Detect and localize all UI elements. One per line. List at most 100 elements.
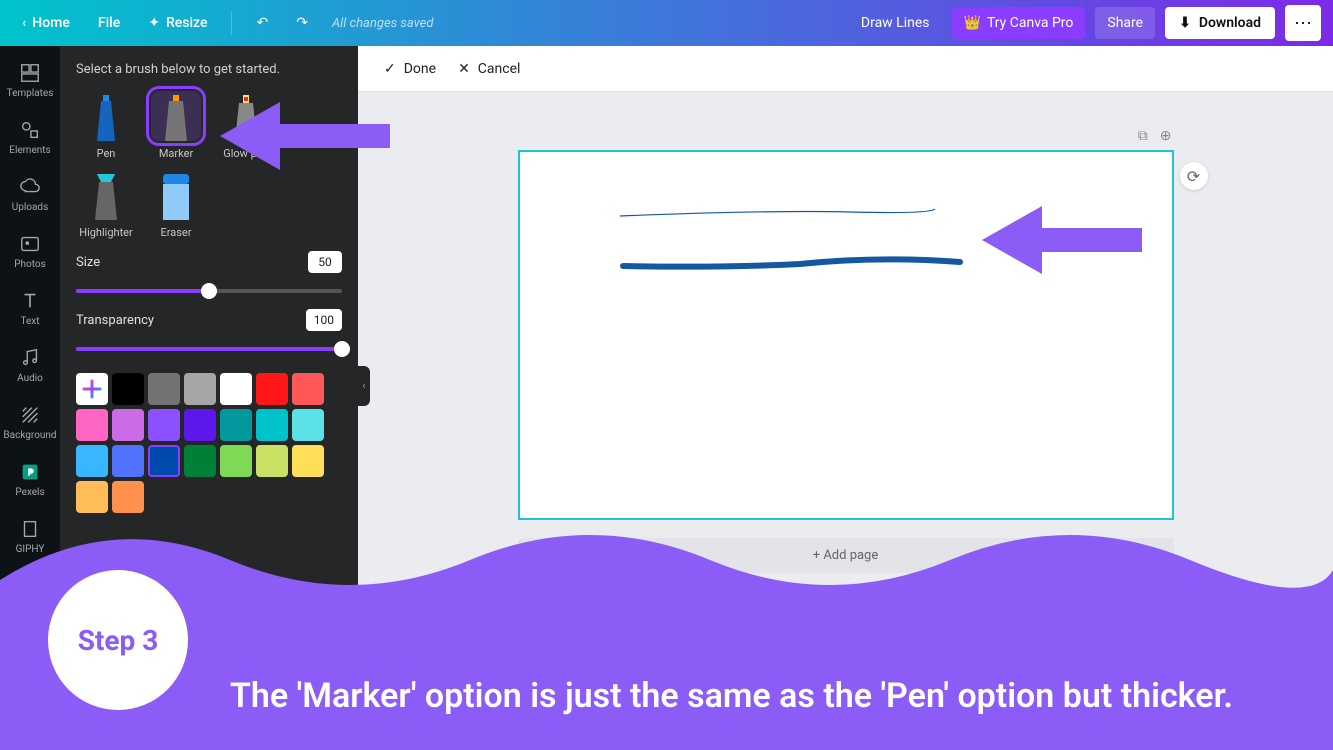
color-yellow[interactable] — [292, 445, 324, 477]
rail-elements[interactable]: Elements — [0, 109, 60, 166]
color-sky[interactable] — [292, 409, 324, 441]
brush-highlighter-label: Highlighter — [79, 226, 133, 239]
brush-glow[interactable]: Glow pen — [216, 91, 276, 160]
pen-icon — [91, 95, 121, 141]
pexels-icon — [19, 461, 41, 483]
cancel-label: Cancel — [478, 61, 521, 77]
redo-button[interactable]: ↷ — [286, 9, 318, 37]
color-chartreuse[interactable] — [256, 445, 288, 477]
download-icon: ⬇ — [1179, 15, 1191, 31]
resize-label: Resize — [166, 15, 208, 31]
color-swatches — [76, 373, 342, 513]
rail-background[interactable]: Background — [0, 394, 60, 451]
color-green[interactable] — [184, 445, 216, 477]
add-page-icon-button[interactable]: ⊕ — [1160, 128, 1172, 144]
rail-text-label: Text — [20, 316, 39, 327]
rail-templates-label: Templates — [7, 88, 54, 99]
close-icon: ✕ — [458, 61, 470, 77]
rail-photos-label: Photos — [14, 259, 46, 270]
home-button[interactable]: ‹ Home — [12, 9, 80, 37]
redo-icon: ↷ — [296, 15, 308, 31]
color-blue[interactable] — [76, 445, 108, 477]
add-page-button[interactable]: + Add page — [518, 538, 1174, 573]
check-icon: ✓ — [384, 61, 396, 77]
rail-pexels[interactable]: Pexels — [0, 451, 60, 508]
brush-marker[interactable]: Marker — [146, 91, 206, 160]
crown-icon: 👑 — [964, 15, 981, 31]
resize-icon: ✦ — [148, 15, 160, 31]
topbar: ‹ Home File ✦ Resize ↶ ↷ All changes sav… — [0, 0, 1333, 46]
undo-button[interactable]: ↶ — [246, 9, 278, 37]
color-indigo[interactable] — [184, 409, 216, 441]
transparency-slider[interactable] — [76, 339, 342, 359]
rail-audio[interactable]: Audio — [0, 337, 60, 394]
color-ltgrey[interactable] — [184, 373, 216, 405]
rail-text[interactable]: Text — [0, 280, 60, 337]
duplicate-page-button[interactable]: ⧉ — [1138, 128, 1148, 144]
color-azure[interactable] — [112, 445, 144, 477]
more-button[interactable]: ⋯ — [1285, 5, 1321, 41]
brush-panel: Select a brush below to get started. Pen… — [60, 46, 358, 750]
color-red[interactable] — [256, 373, 288, 405]
color-purple[interactable] — [148, 409, 180, 441]
share-button[interactable]: Share — [1095, 7, 1155, 39]
color-teal[interactable] — [220, 409, 252, 441]
add-color-button[interactable] — [76, 373, 108, 405]
audio-icon — [19, 347, 41, 369]
file-menu[interactable]: File — [88, 9, 130, 37]
save-status: All changes saved — [332, 16, 433, 31]
brush-eraser[interactable]: Eraser — [146, 170, 206, 239]
done-button[interactable]: ✓ Done — [376, 55, 444, 83]
color-orange[interactable] — [112, 481, 144, 513]
color-grey[interactable] — [148, 373, 180, 405]
color-cyan[interactable] — [256, 409, 288, 441]
size-label: Size — [76, 255, 100, 270]
color-lime[interactable] — [220, 445, 252, 477]
canvas-page[interactable]: ⟳ — [518, 150, 1174, 520]
refresh-icon: ⟳ — [1187, 167, 1200, 186]
canvas-toolbar: ✓ Done ✕ Cancel — [358, 46, 1333, 92]
size-value[interactable]: 50 — [308, 251, 342, 273]
add-page-label: + Add page — [813, 548, 879, 563]
rail-uploads[interactable]: Uploads — [0, 166, 60, 223]
color-violet[interactable] — [112, 409, 144, 441]
try-pro-button[interactable]: 👑 Try Canva Pro — [952, 7, 1086, 39]
rail-photos[interactable]: Photos — [0, 223, 60, 280]
brush-pen[interactable]: Pen — [76, 91, 136, 160]
resize-menu[interactable]: ✦ Resize — [138, 9, 217, 37]
rail-templates[interactable]: Templates — [0, 52, 60, 109]
rail-pexels-label: Pexels — [15, 487, 44, 498]
download-label: Download — [1199, 15, 1261, 31]
transparency-value[interactable]: 100 — [306, 309, 342, 331]
templates-icon — [19, 62, 41, 84]
color-black[interactable] — [112, 373, 144, 405]
glow-pen-icon — [231, 95, 261, 141]
refresh-button[interactable]: ⟳ — [1180, 162, 1208, 190]
elements-icon — [19, 119, 41, 141]
brush-pen-label: Pen — [97, 147, 116, 160]
color-white[interactable] — [220, 373, 252, 405]
color-pink[interactable] — [76, 409, 108, 441]
color-gold[interactable] — [76, 481, 108, 513]
marker-icon — [161, 95, 191, 141]
done-label: Done — [404, 61, 436, 77]
transparency-label: Transparency — [76, 313, 154, 328]
brush-highlighter[interactable]: Highlighter — [76, 170, 136, 239]
home-label: Home — [32, 15, 70, 31]
canvas-area: ✓ Done ✕ Cancel ⧉ ⊕ ⟳ — [358, 46, 1333, 750]
cancel-button[interactable]: ✕ Cancel — [450, 55, 528, 83]
color-navy[interactable] — [148, 445, 180, 477]
share-label: Share — [1107, 15, 1143, 31]
giphy-icon — [19, 518, 41, 540]
highlighter-icon — [91, 174, 121, 220]
size-slider[interactable] — [76, 281, 342, 301]
download-button[interactable]: ⬇ Download — [1165, 7, 1275, 39]
document-title[interactable]: Draw Lines — [861, 15, 930, 31]
color-coral[interactable] — [292, 373, 324, 405]
text-icon — [19, 290, 41, 312]
rail-giphy[interactable]: GIPHY — [0, 508, 60, 565]
uploads-icon — [19, 176, 41, 198]
side-rail: Templates Elements Uploads Photos Text A… — [0, 46, 60, 750]
plus-icon — [81, 378, 103, 400]
brush-marker-label: Marker — [159, 147, 193, 160]
